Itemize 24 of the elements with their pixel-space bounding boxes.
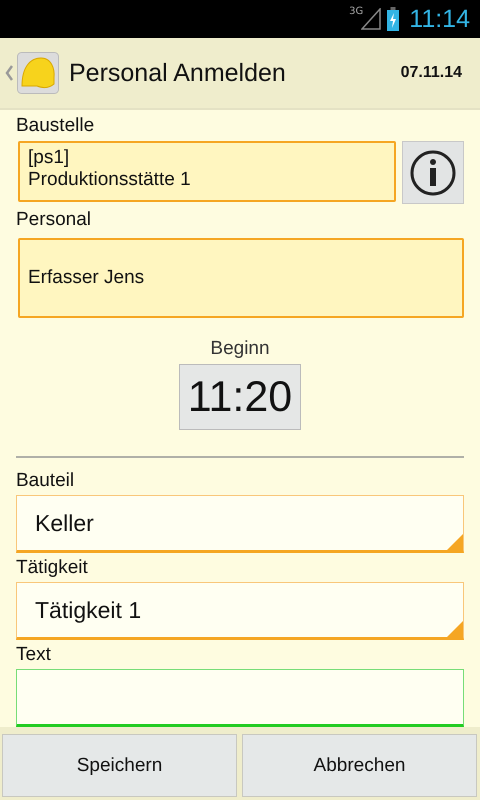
- field-label: Text: [16, 644, 52, 666]
- dropdown-corner-icon: [447, 621, 463, 637]
- date-label: 07.11.14: [400, 64, 462, 82]
- time-button[interactable]: 11:20: [179, 364, 301, 430]
- network-label: 3G: [349, 6, 364, 17]
- action-button[interactable]: Abbrechen: [242, 734, 477, 797]
- site-field[interactable]: [ps1] Produktionsstätte 1: [18, 141, 396, 202]
- helmet-icon[interactable]: [17, 52, 59, 94]
- field-label: Beginn: [210, 338, 270, 360]
- signal-icon: [361, 8, 382, 30]
- clock: 11:14: [409, 4, 470, 34]
- up-caret-icon[interactable]: [5, 65, 13, 81]
- field-label: Bauteil: [16, 470, 76, 492]
- info-button[interactable]: [402, 141, 464, 204]
- field-label: Personal: [16, 208, 92, 232]
- field-label: Baustelle: [16, 114, 96, 138]
- action-button[interactable]: Speichern: [2, 734, 237, 797]
- dropdown[interactable]: Tätigkeit 1: [16, 582, 464, 640]
- field-label: Tätigkeit: [16, 557, 89, 579]
- dropdown-corner-icon: [447, 534, 463, 550]
- screen-title: Personal Anmelden: [69, 58, 287, 88]
- dropdown[interactable]: Keller: [16, 495, 464, 553]
- personnel-field[interactable]: Erfasser Jens: [18, 238, 464, 318]
- text-input[interactable]: [16, 669, 464, 727]
